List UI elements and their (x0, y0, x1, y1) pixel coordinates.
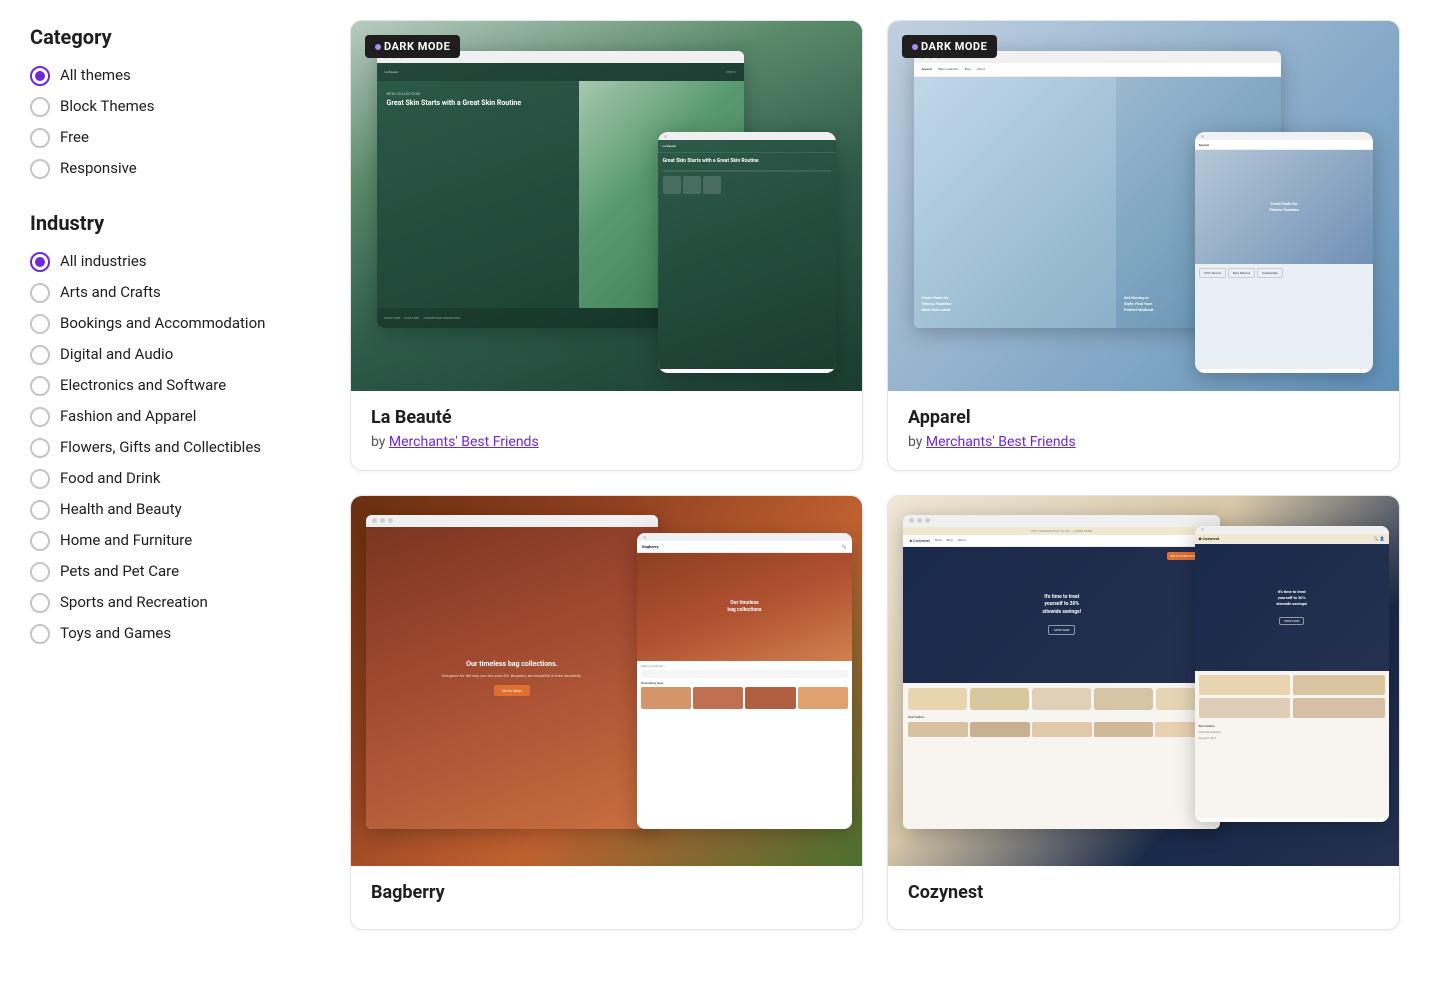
industry-radio-bookings[interactable] (30, 314, 50, 334)
industry-label-flowers: Flowers, Gifts and Collectibles (60, 437, 261, 458)
main-content: La Beauté SHOP ▾ NEW COLLECTION Great Sk… (350, 20, 1400, 930)
industry-label-health: Health and Beauty (60, 499, 182, 520)
category-radio-block[interactable] (30, 97, 50, 117)
theme-author-link-apparel[interactable]: Merchants' Best Friends (926, 434, 1076, 450)
theme-author-labeaute: by Merchants' Best Friends (371, 434, 842, 450)
mockup-cn-desktop: HOT CLEARANCE UP TO 70% — LEARN MORE ⬥ C… (903, 515, 1220, 830)
category-label-free: Free (60, 127, 89, 148)
mockup-lb-mobile: La Beauté Great Skin Starts with a Great… (658, 132, 837, 373)
category-radio-all[interactable] (30, 66, 50, 86)
industry-radio-fashion[interactable] (30, 407, 50, 427)
dark-mode-badge-apparel: DARK MODE (902, 35, 997, 58)
industry-radio-all[interactable] (30, 252, 50, 272)
theme-name-cozynest: Cozynest (908, 882, 1379, 903)
theme-card-info-cozynest: Cozynest (888, 866, 1399, 929)
themes-grid: La Beauté SHOP ▾ NEW COLLECTION Great Sk… (350, 20, 1400, 930)
mockup-bg-mobile: Bagberry. 🔍 Our timelessbag collections … (637, 533, 852, 829)
theme-card-info-bagberry: Bagberry (351, 866, 862, 929)
category-radio-group: All themes Block Themes Free Responsive (30, 65, 310, 179)
theme-card-labeaute[interactable]: La Beauté SHOP ▾ NEW COLLECTION Great Sk… (350, 20, 863, 471)
category-item-all[interactable]: All themes (30, 65, 310, 86)
theme-preview-bagberry: Our timeless bag collections. Designed f… (351, 496, 862, 866)
theme-name-labeaute: La Beauté (371, 407, 842, 428)
industry-label-pets: Pets and Pet Care (60, 561, 179, 582)
industry-item-arts[interactable]: Arts and Crafts (30, 282, 310, 303)
industry-radio-pets[interactable] (30, 562, 50, 582)
category-radio-responsive[interactable] (30, 159, 50, 179)
industry-item-digital[interactable]: Digital and Audio (30, 344, 310, 365)
theme-card-cozynest[interactable]: HOT CLEARANCE UP TO 70% — LEARN MORE ⬥ C… (887, 495, 1400, 930)
industry-radio-group: All industries Arts and Crafts Bookings … (30, 251, 310, 644)
theme-card-info-apparel: Apparel by Merchants' Best Friends (888, 391, 1399, 470)
industry-item-sports[interactable]: Sports and Recreation (30, 592, 310, 613)
theme-name-apparel: Apparel (908, 407, 1379, 428)
page-layout: Category All themes Block Themes Free Re… (30, 20, 1400, 930)
industry-radio-flowers[interactable] (30, 438, 50, 458)
industry-label-sports: Sports and Recreation (60, 592, 208, 613)
theme-preview-cozynest: HOT CLEARANCE UP TO 70% — LEARN MORE ⬥ C… (888, 496, 1399, 866)
theme-card-info-labeaute: La Beauté by Merchants' Best Friends (351, 391, 862, 470)
industry-label-all: All industries (60, 251, 147, 272)
industry-radio-arts[interactable] (30, 283, 50, 303)
industry-item-health[interactable]: Health and Beauty (30, 499, 310, 520)
category-item-responsive[interactable]: Responsive (30, 158, 310, 179)
sidebar: Category All themes Block Themes Free Re… (30, 20, 310, 930)
category-label-responsive: Responsive (60, 158, 137, 179)
industry-radio-food[interactable] (30, 469, 50, 489)
industry-label-arts: Arts and Crafts (60, 282, 161, 303)
category-title: Category (30, 25, 310, 49)
mockup-cn-mobile: ⬥ Cozynest 🔍 👤 It's time to treatyoursel… (1195, 526, 1389, 822)
category-item-block[interactable]: Block Themes (30, 96, 310, 117)
category-item-free[interactable]: Free (30, 127, 310, 148)
industry-label-home: Home and Furniture (60, 530, 192, 551)
theme-preview-labeaute: La Beauté SHOP ▾ NEW COLLECTION Great Sk… (351, 21, 862, 391)
theme-author-apparel: by Merchants' Best Friends (908, 434, 1379, 450)
industry-item-pets[interactable]: Pets and Pet Care (30, 561, 310, 582)
theme-preview-apparel: Apparel Main CollectionBlogAbout Fresh F… (888, 21, 1399, 391)
industry-label-digital: Digital and Audio (60, 344, 173, 365)
theme-card-bagberry[interactable]: Our timeless bag collections. Designed f… (350, 495, 863, 930)
category-label-all: All themes (60, 65, 131, 86)
industry-item-fashion[interactable]: Fashion and Apparel (30, 406, 310, 427)
industry-label-toys: Toys and Games (60, 623, 171, 644)
mockup-ap-mobile: Apparel Fresh Finds forFitness Fanatics … (1195, 132, 1374, 373)
industry-item-home[interactable]: Home and Furniture (30, 530, 310, 551)
industry-title: Industry (30, 211, 310, 235)
industry-item-electronics[interactable]: Electronics and Software (30, 375, 310, 396)
industry-radio-health[interactable] (30, 500, 50, 520)
industry-item-all[interactable]: All industries (30, 251, 310, 272)
industry-item-food[interactable]: Food and Drink (30, 468, 310, 489)
industry-label-bookings: Bookings and Accommodation (60, 313, 265, 334)
industry-radio-toys[interactable] (30, 624, 50, 644)
industry-label-electronics: Electronics and Software (60, 375, 226, 396)
mockup-bg-desktop: Our timeless bag collections. Designed f… (366, 515, 657, 830)
category-radio-free[interactable] (30, 128, 50, 148)
theme-name-bagberry: Bagberry (371, 882, 842, 903)
industry-radio-electronics[interactable] (30, 376, 50, 396)
industry-item-bookings[interactable]: Bookings and Accommodation (30, 313, 310, 334)
industry-label-fashion: Fashion and Apparel (60, 406, 196, 427)
industry-label-food: Food and Drink (60, 468, 161, 489)
industry-radio-digital[interactable] (30, 345, 50, 365)
theme-author-link-labeaute[interactable]: Merchants' Best Friends (389, 434, 539, 450)
dark-mode-badge-labeaute: DARK MODE (365, 35, 460, 58)
industry-radio-home[interactable] (30, 531, 50, 551)
theme-card-apparel[interactable]: Apparel Main CollectionBlogAbout Fresh F… (887, 20, 1400, 471)
industry-item-toys[interactable]: Toys and Games (30, 623, 310, 644)
category-label-block: Block Themes (60, 96, 154, 117)
industry-item-flowers[interactable]: Flowers, Gifts and Collectibles (30, 437, 310, 458)
industry-radio-sports[interactable] (30, 593, 50, 613)
